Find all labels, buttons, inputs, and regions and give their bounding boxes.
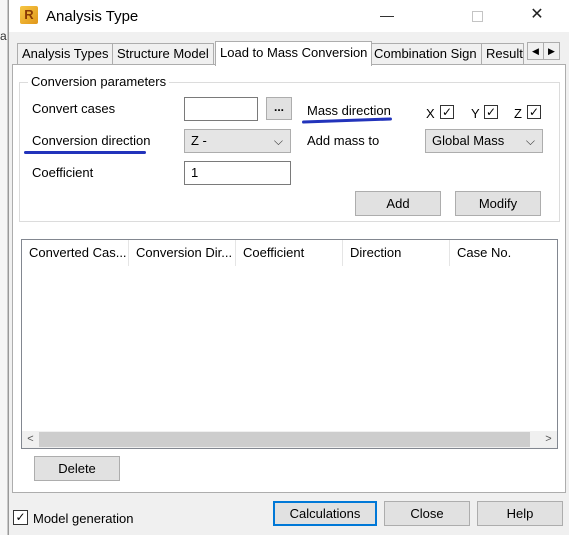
mass-z-checkbox[interactable]: ✓ [527,105,541,119]
annotation-underline [24,151,146,154]
tab-load-to-mass-conversion[interactable]: Load to Mass Conversion [215,41,373,66]
annotation-underline [301,117,393,124]
scroll-right-icon[interactable]: > [540,431,557,448]
model-generation-checkbox[interactable]: ✓ [13,510,28,525]
app-logo-icon: R [20,6,38,24]
add-mass-to-select[interactable]: Global Mass ⌵ [425,129,543,153]
minimize-icon: — [380,7,394,23]
mass-x-label: X [426,106,435,121]
close-icon: ✕ [530,6,544,23]
mass-y-checkbox[interactable]: ✓ [484,105,498,119]
close-button[interactable]: Close [384,501,470,526]
model-generation-label: Model generation [33,511,134,526]
conversion-direction-label: Conversion direction [32,133,151,148]
chevron-down-icon: ⌵ [273,134,283,148]
tab-result[interactable]: Result [481,43,524,65]
analysis-type-dialog: R Analysis Type — ✕ Analysis Types Struc… [8,0,569,535]
maximize-icon [471,10,483,22]
tab-panel-load-to-mass-conversion: Conversion parameters Convert cases ... … [12,64,566,493]
column-header-case-no[interactable]: Case No. [450,240,557,266]
group-title: Conversion parameters [28,74,170,89]
mass-x-checkbox[interactable]: ✓ [440,105,454,119]
background-window-edge: a [0,0,8,535]
column-header-converted-cases[interactable]: Converted Cas... [22,240,129,266]
close-window-button[interactable]: ✕ [514,0,560,32]
horizontal-scrollbar[interactable]: < > [22,431,557,448]
scroll-left-icon[interactable]: < [22,431,39,448]
tab-analysis-types[interactable]: Analysis Types [17,43,114,65]
background-text: a [0,29,7,43]
conversion-parameters-group: Conversion parameters Convert cases ... … [19,74,560,222]
column-header-conversion-direction[interactable]: Conversion Dir... [129,240,236,266]
help-button[interactable]: Help [477,501,563,526]
window-title: Analysis Type [46,8,139,25]
title-bar: R Analysis Type — ✕ [9,0,569,32]
chevron-down-icon: ⌵ [525,134,535,148]
coefficient-label: Coefficient [32,165,94,180]
tab-scroll-left-icon[interactable]: ◀ [527,42,544,60]
calculations-button[interactable]: Calculations [273,501,377,526]
add-button[interactable]: Add [355,191,441,216]
mass-z-label: Z [514,106,522,121]
maximize-button [454,0,500,32]
delete-button[interactable]: Delete [34,456,120,481]
conversion-direction-select[interactable]: Z - ⌵ [184,129,291,153]
convert-cases-label: Convert cases [32,101,116,116]
mass-y-label: Y [471,106,480,121]
column-header-direction[interactable]: Direction [343,240,450,266]
modify-button[interactable]: Modify [455,191,541,216]
add-mass-to-value: Global Mass [432,133,505,148]
tab-scroll-right-icon[interactable]: ▶ [543,42,560,60]
conversion-list[interactable]: Converted Cas... Conversion Dir... Coeff… [21,239,558,449]
convert-cases-input[interactable] [184,97,258,121]
browse-cases-button[interactable]: ... [266,97,292,120]
minimize-button[interactable]: — [364,0,410,32]
scrollbar-thumb[interactable] [39,432,530,447]
tab-structure-model[interactable]: Structure Model [112,43,214,65]
tab-scroll-buttons: ◀ ▶ [527,42,560,60]
column-header-coefficient[interactable]: Coefficient [236,240,343,266]
coefficient-input[interactable]: 1 [184,161,291,185]
add-mass-to-label: Add mass to [307,133,380,148]
tab-combination-sign[interactable]: Combination Sign [369,43,482,65]
conversion-direction-value: Z - [191,133,207,148]
mass-direction-label: Mass direction [307,103,391,118]
list-header: Converted Cas... Conversion Dir... Coeff… [22,240,557,266]
